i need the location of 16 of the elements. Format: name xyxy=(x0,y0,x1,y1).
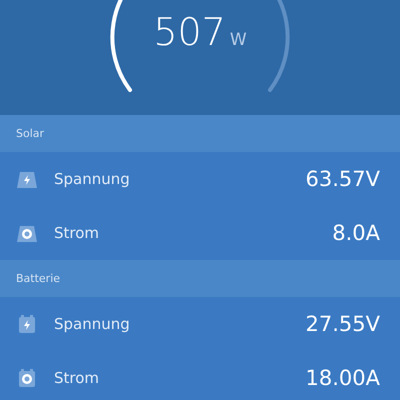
row-value: 8.0A xyxy=(332,221,380,245)
row-value: 18.00A xyxy=(306,366,380,390)
battery-voltage-icon xyxy=(16,314,38,334)
power-unit: W xyxy=(230,30,247,50)
row-label: Spannung xyxy=(54,170,131,188)
power-value: 507 xyxy=(153,10,226,54)
solar-panel-current-icon xyxy=(16,223,38,243)
section-title: Batterie xyxy=(16,272,60,285)
row-value: 63.57V xyxy=(306,167,380,191)
row-label: Strom xyxy=(54,369,100,387)
row-label: Spannung xyxy=(54,315,131,333)
battery-current-icon xyxy=(16,368,38,388)
row-value: 27.55V xyxy=(306,312,380,336)
row-label: Strom xyxy=(54,224,100,242)
section-title: Solar xyxy=(16,127,44,140)
solar-panel-voltage-icon xyxy=(16,169,38,189)
